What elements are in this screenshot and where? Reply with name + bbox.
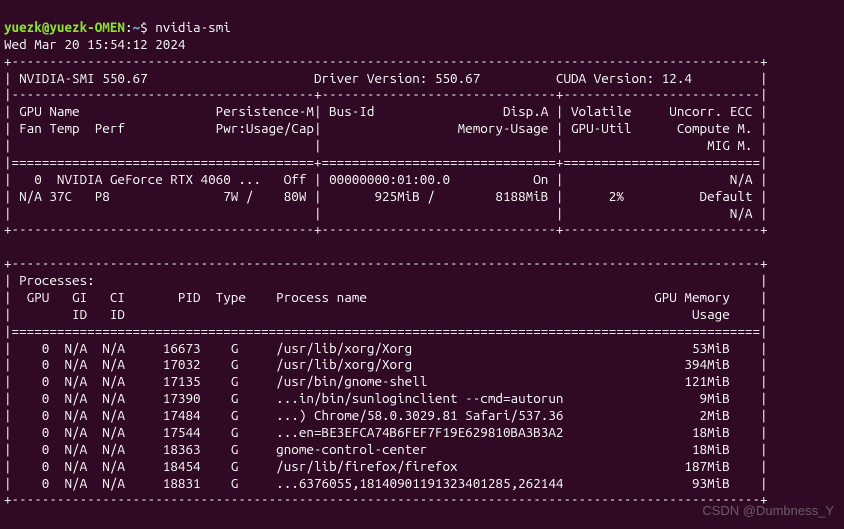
prompt-sep: : [125, 19, 133, 35]
nvidia-smi-table: +---------------------------------------… [4, 53, 768, 508]
prompt-path: ~ [133, 19, 141, 35]
command-text: nvidia-smi [155, 19, 231, 35]
prompt-symbol: $ [140, 19, 148, 35]
timestamp: Wed Mar 20 15:54:12 2024 [4, 36, 185, 52]
prompt-user: yuezk [4, 19, 42, 35]
prompt-host: yuezk-OMEN [49, 19, 125, 35]
terminal-output[interactable]: yuezk@yuezk-OMEN:~$ nvidia-smi Wed Mar 2… [0, 0, 844, 510]
